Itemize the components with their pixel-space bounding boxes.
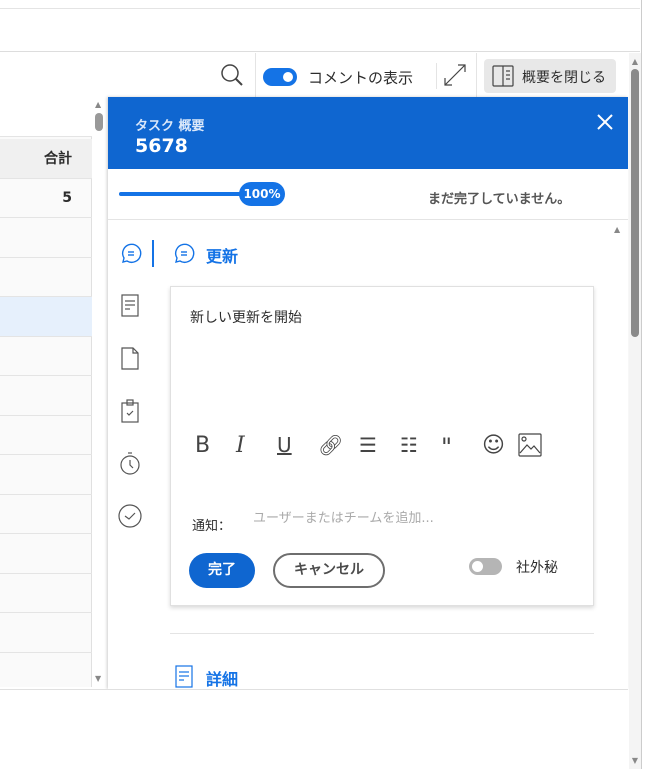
search-icon[interactable] [220, 63, 244, 87]
scroll-up-arrow[interactable]: ▲ [629, 57, 641, 66]
italic-icon[interactable]: I [236, 433, 277, 461]
table-row[interactable] [0, 494, 92, 534]
divider [255, 53, 256, 97]
table-row[interactable]: 5 [0, 178, 92, 218]
show-comments-toggle[interactable] [263, 68, 297, 86]
confidential-toggle[interactable] [469, 558, 502, 575]
divider [108, 219, 628, 220]
timer-nav-icon[interactable] [119, 451, 141, 475]
divider [170, 633, 594, 634]
divider [436, 63, 437, 89]
panel-title: 5678 [135, 135, 188, 157]
checkmark-nav-icon[interactable] [118, 504, 142, 528]
table-row[interactable] [0, 336, 92, 376]
page-scrollbar[interactable]: ▲ ▼ [629, 53, 641, 769]
table-row[interactable] [0, 257, 92, 297]
progress-handle[interactable]: 100% [239, 182, 285, 206]
completion-status: まだ完了していません。 [428, 192, 571, 207]
summary-panel: タスク 概要 5678 100% まだ完了していません。 更新 新しい更新を開始… [108, 97, 628, 689]
table-row[interactable] [0, 534, 92, 574]
expand-icon[interactable] [443, 63, 467, 87]
cancel-button[interactable]: キャンセル [273, 553, 385, 588]
panel-scroll-up[interactable]: ▲ [614, 225, 620, 234]
active-indicator [152, 240, 154, 267]
table-row[interactable] [0, 652, 92, 692]
table-row[interactable] [0, 613, 92, 653]
document-nav-icon[interactable] [120, 347, 140, 371]
table-row[interactable] [0, 415, 92, 455]
close-summary-button[interactable]: 概要を閉じる [484, 59, 616, 93]
details-icon [174, 665, 194, 689]
scroll-down-arrow[interactable]: ▼ [629, 756, 641, 765]
update-text-input[interactable]: 新しい更新を開始 [190, 307, 302, 327]
panel-icon [492, 65, 514, 87]
close-icon[interactable] [596, 113, 614, 131]
updates-nav-icon[interactable] [119, 242, 143, 266]
updates-icon [172, 242, 196, 266]
close-summary-label: 概要を閉じる [522, 70, 606, 86]
numbered-list-icon[interactable]: ☷ [400, 433, 441, 461]
updates-heading: 更新 [206, 247, 239, 266]
notify-label: 通知： [192, 519, 232, 534]
bold-icon[interactable]: B [195, 433, 236, 461]
underline-icon[interactable]: U [277, 433, 318, 461]
details-nav-icon[interactable] [120, 294, 140, 318]
footer-area [0, 689, 628, 769]
table-row[interactable] [0, 573, 92, 613]
scroll-down-arrow[interactable]: ▼ [95, 674, 101, 683]
scroll-thumb[interactable] [631, 69, 639, 337]
table-row[interactable] [0, 296, 92, 337]
divider [476, 53, 477, 97]
window-edge [641, 0, 645, 769]
done-button[interactable]: 完了 [189, 553, 255, 588]
table-row[interactable] [0, 376, 92, 416]
table-top [0, 97, 92, 137]
approval-nav-icon[interactable] [120, 399, 140, 423]
details-heading: 詳細 [206, 670, 239, 689]
table-row[interactable] [0, 218, 92, 258]
confidential-label: 社外秘 [516, 560, 558, 576]
progress-bar[interactable] [119, 192, 249, 196]
divider [0, 8, 640, 9]
notify-input[interactable]: ユーザーまたはチームを追加... [253, 507, 434, 526]
scroll-thumb[interactable] [95, 113, 103, 131]
table-scrollbar[interactable]: ▲ ▼ [95, 100, 103, 690]
panel-header: タスク 概要 5678 [108, 97, 628, 169]
bullet-list-icon[interactable]: ☰ [359, 433, 400, 461]
update-editor: 新しい更新を開始 B I U 🔗︎ ☰ ☷ " ☺ 通知： ユーザーまたはチーム… [170, 286, 594, 606]
column-header-total[interactable]: 合計 [0, 139, 92, 179]
format-toolbar: B I U 🔗︎ ☰ ☷ " ☺ [195, 433, 542, 461]
link-icon[interactable]: 🔗︎ [318, 433, 359, 461]
data-table: 合計 5 [0, 97, 92, 692]
table-row[interactable] [0, 455, 92, 495]
toolbar: コメントの表示 概要を閉じる [0, 53, 630, 97]
image-icon[interactable] [518, 433, 542, 461]
show-comments-label: コメントの表示 [308, 69, 414, 87]
scroll-up-arrow[interactable]: ▲ [95, 100, 103, 109]
panel-subtitle: タスク 概要 [135, 119, 205, 134]
quote-icon[interactable]: " [441, 433, 482, 461]
emoji-icon[interactable]: ☺ [482, 433, 518, 461]
